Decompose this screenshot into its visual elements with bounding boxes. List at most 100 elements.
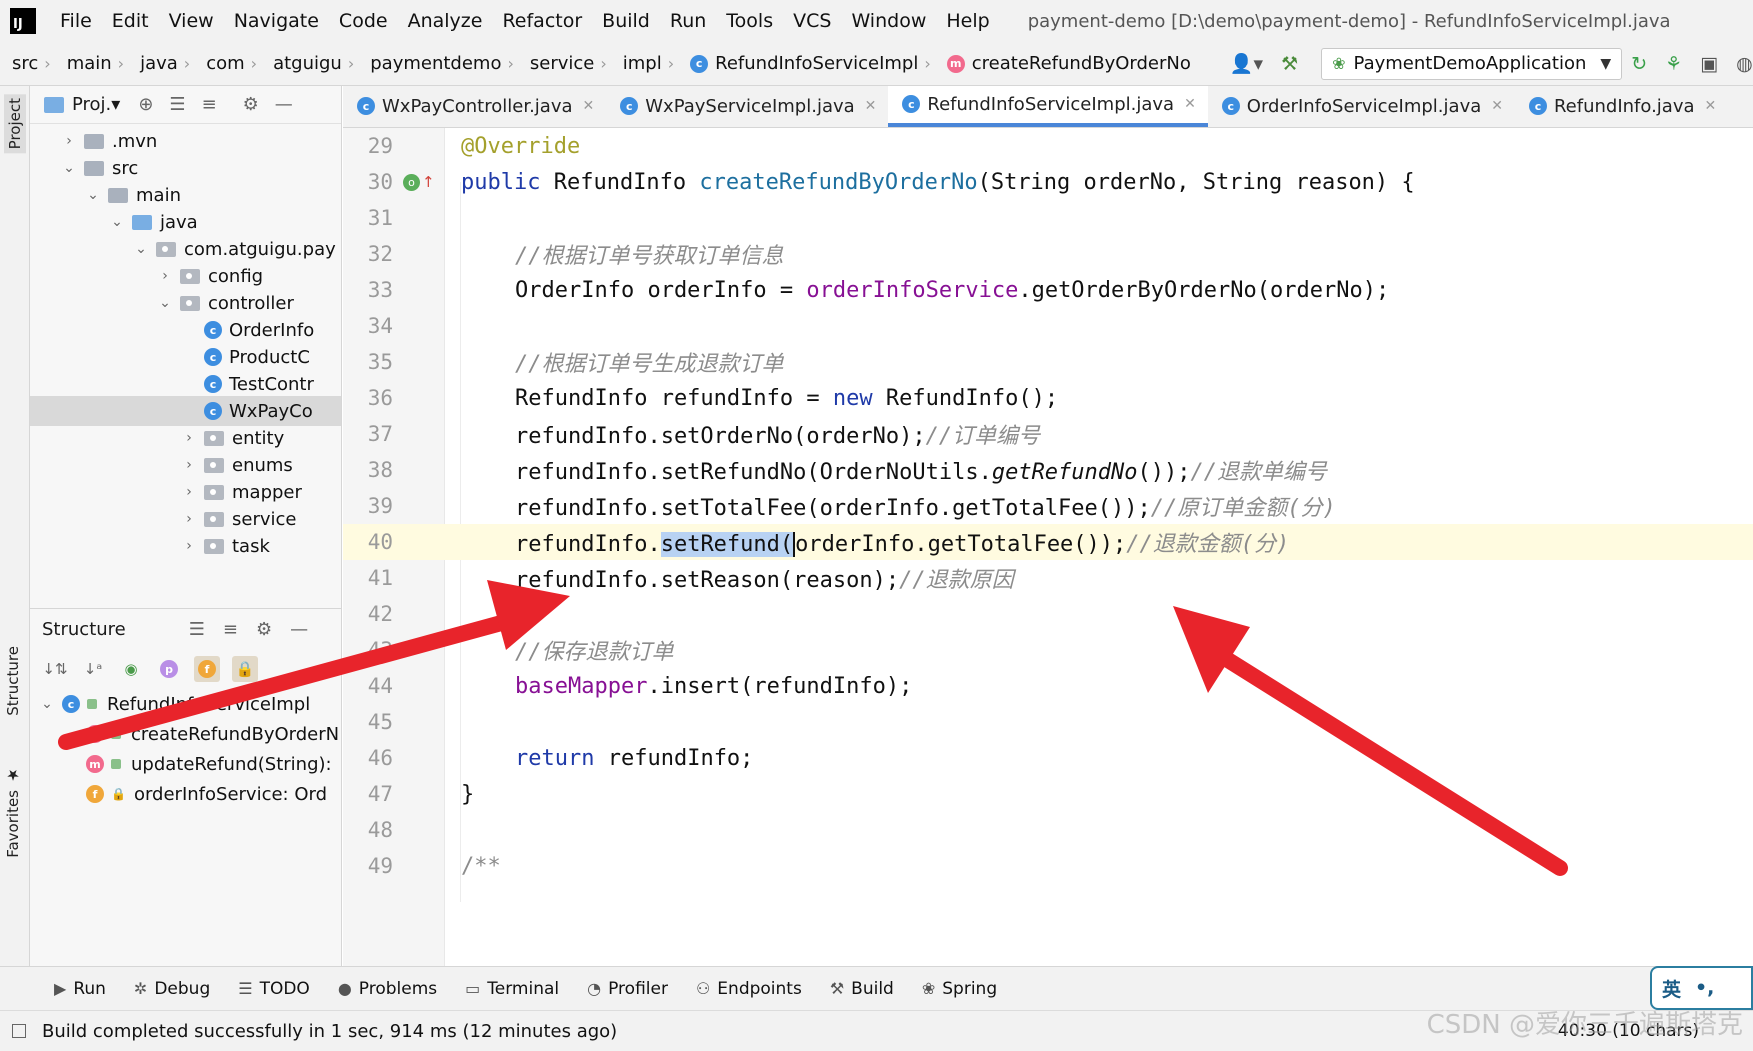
breadcrumb-method[interactable]: m createRefundByOrderNo (935, 53, 1195, 74)
collapse-all-icon[interactable]: ≡ (214, 619, 247, 640)
close-icon[interactable]: ✕ (865, 98, 877, 114)
show-non-public-icon[interactable]: 🔒 (232, 656, 258, 682)
code-line-43[interactable]: 43 //保存退款订单 (343, 632, 1753, 668)
tab-wxpaycontroller[interactable]: c WxPayController.java ✕ (343, 86, 606, 127)
structure-item-method-create[interactable]: m createRefundByOrderN (30, 719, 341, 749)
breadcrumb-java[interactable]: java › (128, 53, 194, 74)
show-inherited-icon[interactable]: ◉ (118, 656, 144, 682)
code-line-32[interactable]: 32 //根据订单号获取订单信息 (343, 236, 1753, 272)
tool-endpoints[interactable]: ⚇ Endpoints (682, 979, 816, 999)
code-line-41[interactable]: 41 refundInfo.setReason(reason);//退款原因 (343, 560, 1753, 596)
fold-icon[interactable] (437, 787, 447, 801)
tool-problems[interactable]: ● Problems (324, 979, 451, 999)
menu-refactor[interactable]: Refactor (492, 10, 592, 32)
minimize-icon[interactable]: — (281, 619, 317, 640)
close-icon[interactable]: ✕ (1184, 96, 1196, 112)
tab-project[interactable]: Project (4, 94, 26, 154)
tool-todo[interactable]: ☰ TODO (224, 979, 324, 999)
breadcrumb-class[interactable]: c RefundInfoServiceImpl › (678, 53, 935, 74)
tree-item-enums[interactable]: › enums (30, 450, 341, 480)
breadcrumb-atguigu[interactable]: atguigu › (261, 53, 358, 74)
code-line-45[interactable]: 45 (343, 704, 1753, 740)
tree-item-test-controller[interactable]: c TestContr (30, 369, 341, 399)
status-message[interactable]: Build completed successfully in 1 sec, 9… (0, 1021, 617, 1042)
code-line-48[interactable]: 48 (343, 812, 1753, 848)
debug-icon[interactable]: ⚘ (1656, 53, 1691, 75)
hammer-icon[interactable]: ⚒ (1272, 53, 1307, 75)
gear-icon[interactable]: ⚙ (235, 94, 267, 115)
minimize-icon[interactable]: — (267, 94, 301, 115)
close-icon[interactable]: ✕ (1491, 98, 1503, 114)
tree-item-package-root[interactable]: ⌄ com.atguigu.pay (30, 234, 341, 264)
menu-view[interactable]: View (159, 10, 224, 32)
menu-help[interactable]: Help (936, 10, 999, 32)
code-line-37[interactable]: 37 refundInfo.setOrderNo(orderNo);//订单编号 (343, 416, 1753, 452)
breadcrumb-src[interactable]: src › (0, 53, 55, 74)
breadcrumb-main[interactable]: main › (55, 53, 128, 74)
code-line-36[interactable]: 36 RefundInfo refundInfo = new RefundInfo… (343, 380, 1753, 416)
expand-all-icon[interactable]: ☰ (161, 94, 193, 115)
show-fields-icon[interactable]: f (194, 656, 220, 682)
project-view-select[interactable]: Proj.▾ (72, 94, 120, 115)
tab-orderinfoserviceimpl[interactable]: c OrderInfoServiceImpl.java ✕ (1208, 86, 1515, 127)
tree-item-java[interactable]: ⌄ java (30, 207, 341, 237)
code-line-42[interactable]: 42 (343, 596, 1753, 632)
menu-build[interactable]: Build (592, 10, 660, 32)
close-icon[interactable]: ✕ (1705, 98, 1717, 114)
tab-structure[interactable]: Structure (4, 646, 22, 716)
code-editor[interactable]: 29 @Override 30 o ↑ public RefundInfo create… (343, 128, 1753, 966)
profiler-icon[interactable]: ◍ (1727, 53, 1753, 75)
override-icon[interactable]: o (403, 173, 420, 191)
code-line-31[interactable]: 31 (343, 200, 1753, 236)
menu-analyze[interactable]: Analyze (398, 10, 493, 32)
tab-favorites[interactable]: Favorites ★ (4, 766, 22, 858)
code-line-46[interactable]: 46 return refundInfo; (343, 740, 1753, 776)
tree-item-controller[interactable]: ⌄ controller (30, 288, 341, 318)
app-logo-icon[interactable]: IJ (10, 8, 36, 34)
run-configuration-select[interactable]: ❀ PaymentDemoApplication ▼ (1321, 47, 1623, 80)
breadcrumb-com[interactable]: com › (194, 53, 261, 74)
close-icon[interactable]: ✕ (583, 98, 595, 114)
user-icon[interactable]: 👤▾ (1221, 52, 1272, 75)
code-line-40[interactable]: 40 refundInfo.setRefund(orderInfo.getTota… (343, 524, 1753, 560)
tool-run[interactable]: ▶ Run (40, 979, 120, 999)
code-line-38[interactable]: 38 refundInfo.setRefundNo(OrderNoUtils.ge… (343, 452, 1753, 488)
menu-window[interactable]: Window (841, 10, 936, 32)
fold-icon[interactable] (437, 859, 447, 873)
menu-file[interactable]: File (50, 10, 102, 32)
tree-item-orderinfo-controller[interactable]: c OrderInfo (30, 315, 341, 345)
tree-item-config[interactable]: › config (30, 261, 341, 291)
breadcrumb-service[interactable]: service › (518, 53, 611, 74)
expand-all-icon[interactable]: ☰ (180, 619, 214, 640)
code-line-44[interactable]: 44 baseMapper.insert(refundInfo); (343, 668, 1753, 704)
tree-item-mapper[interactable]: › mapper (30, 477, 341, 507)
structure-item-field[interactable]: f 🔒 orderInfoService: Ord (30, 779, 341, 809)
code-line-34[interactable]: 34 (343, 308, 1753, 344)
menu-run[interactable]: Run (660, 10, 716, 32)
tree-item-entity[interactable]: › entity (30, 423, 341, 453)
tab-refundinfo[interactable]: c RefundInfo.java ✕ (1515, 86, 1728, 127)
selected-text[interactable]: setRefund( (660, 532, 794, 557)
tree-item-service[interactable]: › service (30, 504, 341, 534)
breadcrumb-impl[interactable]: impl › (611, 53, 678, 74)
tool-build[interactable]: ⚒ Build (816, 979, 908, 999)
code-line-47[interactable]: 47} (343, 776, 1753, 812)
menu-edit[interactable]: Edit (102, 10, 159, 32)
tree-item-product-controller[interactable]: c ProductC (30, 342, 341, 372)
breadcrumb-paymentdemo[interactable]: paymentdemo › (358, 53, 518, 74)
gear-icon[interactable]: ⚙ (247, 619, 281, 640)
code-line-39[interactable]: 39 refundInfo.setTotalFee(orderInfo.getTo… (343, 488, 1753, 524)
show-properties-icon[interactable]: p (156, 656, 182, 682)
sort-alpha-icon[interactable]: ↓ᵃ (80, 656, 106, 682)
structure-item-method-update[interactable]: m updateRefund(String): (30, 749, 341, 779)
tree-item-src[interactable]: ⌄ src (30, 153, 341, 183)
sort-visibility-icon[interactable]: ↓⇅ (42, 656, 68, 682)
code-line-49[interactable]: 49 /** (343, 848, 1753, 884)
menu-tools[interactable]: Tools (716, 10, 783, 32)
coverage-icon[interactable]: ▣ (1691, 53, 1727, 75)
menu-vcs[interactable]: VCS (783, 10, 841, 32)
tree-item-wxpay-controller[interactable]: c WxPayCo (30, 396, 341, 426)
menu-code[interactable]: Code (329, 10, 398, 32)
tree-item-task[interactable]: › task (30, 531, 341, 561)
fold-icon[interactable] (437, 175, 447, 189)
